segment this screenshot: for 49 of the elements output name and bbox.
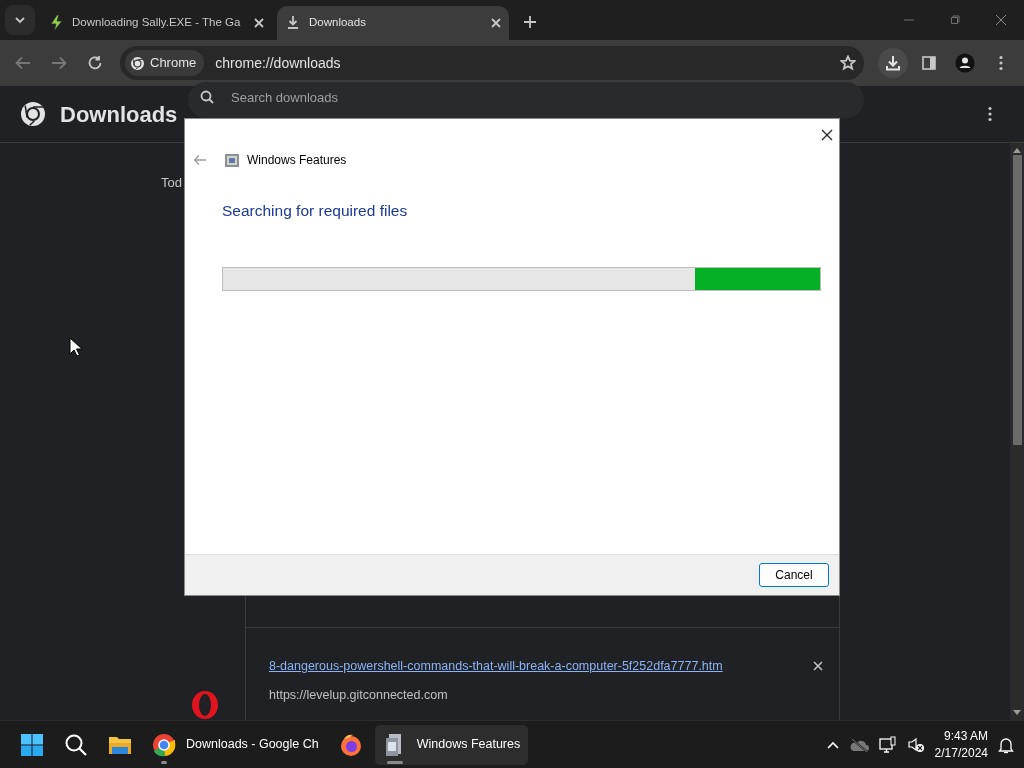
star-icon[interactable] — [840, 55, 856, 71]
scrollbar[interactable] — [1010, 143, 1024, 720]
network-icon[interactable] — [878, 735, 897, 754]
reload-icon[interactable] — [87, 55, 103, 71]
new-tab-icon[interactable] — [523, 15, 537, 29]
notification-bell-icon[interactable] — [998, 735, 1014, 754]
dialog-title: Windows Features — [247, 152, 347, 169]
side-panel-icon[interactable] — [921, 55, 937, 71]
tab-list-button[interactable] — [5, 5, 35, 35]
more-icon[interactable] — [988, 106, 992, 122]
scroll-down-icon[interactable] — [1013, 710, 1021, 716]
browser-tab[interactable]: Downloads — [277, 6, 509, 40]
chrome-logo-icon — [20, 101, 46, 127]
search-icon — [64, 732, 88, 757]
volume-muted-icon[interactable] — [906, 736, 925, 753]
windows-features-icon — [224, 152, 240, 168]
clock[interactable]: 9:43 AM 2/17/2024 — [934, 728, 988, 761]
chrome-icon — [152, 732, 176, 757]
cloud-off-icon[interactable] — [848, 737, 869, 752]
search-icon — [200, 90, 214, 104]
firefox-icon — [338, 732, 363, 757]
chevron-down-icon — [14, 16, 26, 24]
mouse-cursor-icon — [69, 337, 82, 357]
page-title: Downloads — [60, 100, 179, 129]
restore-icon[interactable] — [949, 14, 961, 26]
status-heading: Searching for required files — [222, 201, 409, 221]
browser-tab[interactable]: Downloading Sally.EXE - The Ga — [40, 6, 272, 40]
windows-logo-icon — [20, 732, 44, 757]
back-icon[interactable] — [15, 56, 31, 70]
close-icon[interactable] — [821, 129, 833, 141]
file-link[interactable]: 8-dangerous-powershell-commands-that-will-break-a-computer-5f252dfa7777.htm — [269, 657, 723, 676]
search-field[interactable]: Search downloads — [188, 82, 864, 118]
site-chip[interactable]: Chrome — [125, 50, 205, 76]
cancel-button[interactable]: Cancel — [759, 563, 829, 587]
scroll-up-icon[interactable] — [1013, 147, 1021, 153]
chevron-up-icon[interactable] — [826, 740, 839, 749]
forward-icon[interactable] — [51, 56, 67, 70]
remove-icon[interactable] — [813, 661, 823, 672]
download-icon[interactable] — [884, 54, 902, 72]
date-label: Tod — [161, 175, 182, 190]
download-icon — [285, 14, 301, 32]
taskbar-button[interactable]: Windows Features — [374, 724, 529, 765]
address-text[interactable]: chrome://downloads — [215, 52, 341, 74]
chrome-icon — [130, 55, 145, 71]
lightning-icon — [48, 14, 64, 32]
profile-icon[interactable] — [955, 53, 975, 73]
taskbar-button[interactable]: Downloads - Google Ch — [144, 724, 327, 765]
source-url: https://levelup.gitconnected.com — [269, 686, 449, 704]
menu-icon[interactable] — [999, 55, 1003, 71]
